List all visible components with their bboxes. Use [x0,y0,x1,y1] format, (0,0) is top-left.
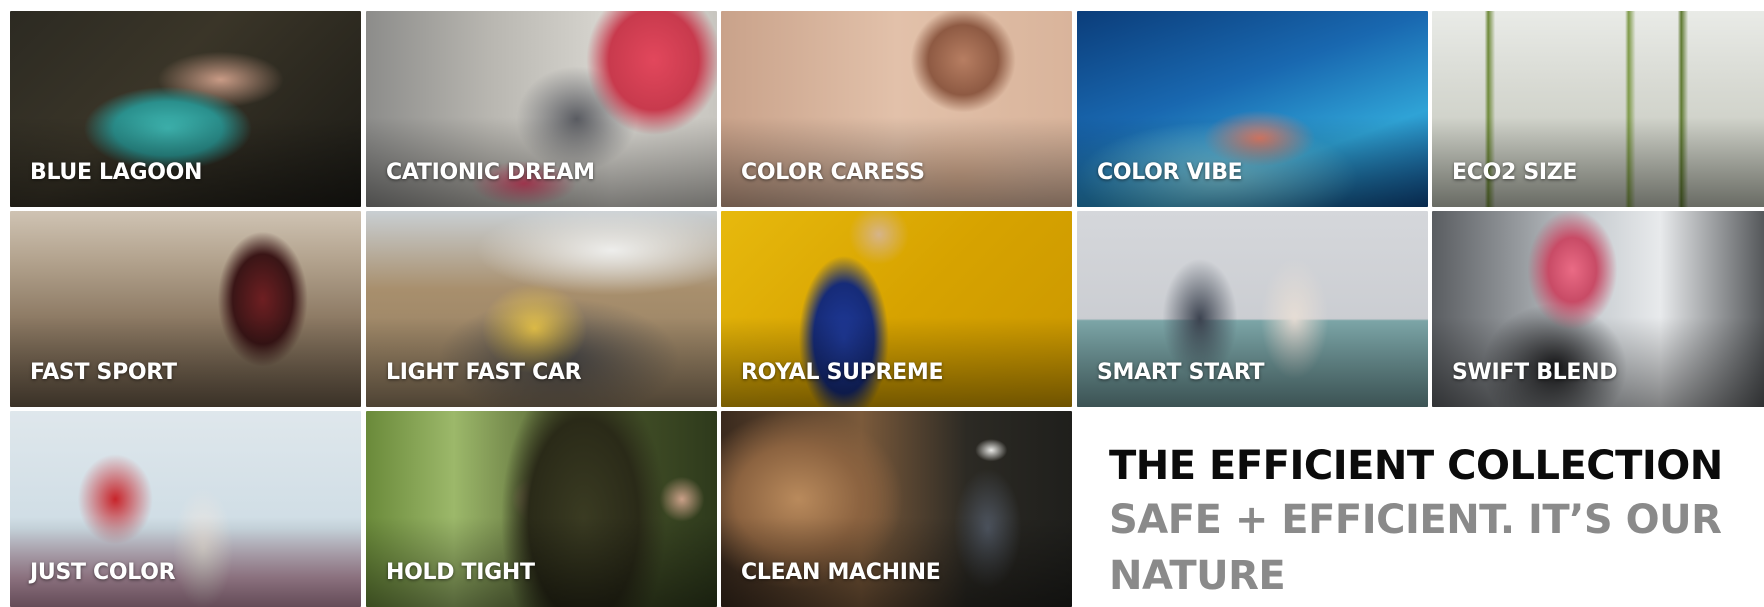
tile-label: SMART START [1097,360,1265,385]
tile-label: SWIFT BLEND [1452,360,1618,385]
collection-title: THE EFFICIENT COLLECTION [1109,443,1723,489]
tile-light-fast-car[interactable]: LIGHT FAST CAR [366,211,717,407]
tile-fast-sport[interactable]: FAST SPORT [10,211,361,407]
tile-label: JUST COLOR [30,560,176,585]
collection-heading: THE EFFICIENT COLLECTION SAFE + EFFICIEN… [1109,440,1749,604]
tile-royal-supreme[interactable]: ROYAL SUPREME [721,211,1072,407]
tile-label: COLOR CARESS [741,160,925,185]
tile-label: ECO2 SIZE [1452,160,1578,185]
tile-clean-machine[interactable]: CLEAN MACHINE [721,411,1072,607]
tile-label: LIGHT FAST CAR [386,360,582,385]
tile-eco2-size[interactable]: ECO2 SIZE [1432,11,1764,207]
tile-label: HOLD TIGHT [386,560,535,585]
tile-color-vibe[interactable]: COLOR VIBE [1077,11,1428,207]
tile-color-caress[interactable]: COLOR CARESS [721,11,1072,207]
tile-swift-blend[interactable]: SWIFT BLEND [1432,211,1764,407]
tile-hold-tight[interactable]: HOLD TIGHT [366,411,717,607]
tile-smart-start[interactable]: SMART START [1077,211,1428,407]
tile-label: COLOR VIBE [1097,160,1243,185]
tile-blue-lagoon[interactable]: BLUE LAGOON [10,11,361,207]
tile-label: CLEAN MACHINE [741,560,941,585]
tile-cationic-dream[interactable]: CATIONIC DREAM [366,11,717,207]
tile-just-color[interactable]: JUST COLOR [10,411,361,607]
tile-label: BLUE LAGOON [30,160,203,185]
collection-subtitle: SAFE + EFFICIENT. IT’S OUR NATURE [1109,497,1722,599]
tile-label: CATIONIC DREAM [386,160,595,185]
tile-label: FAST SPORT [30,360,177,385]
tile-label: ROYAL SUPREME [741,360,944,385]
